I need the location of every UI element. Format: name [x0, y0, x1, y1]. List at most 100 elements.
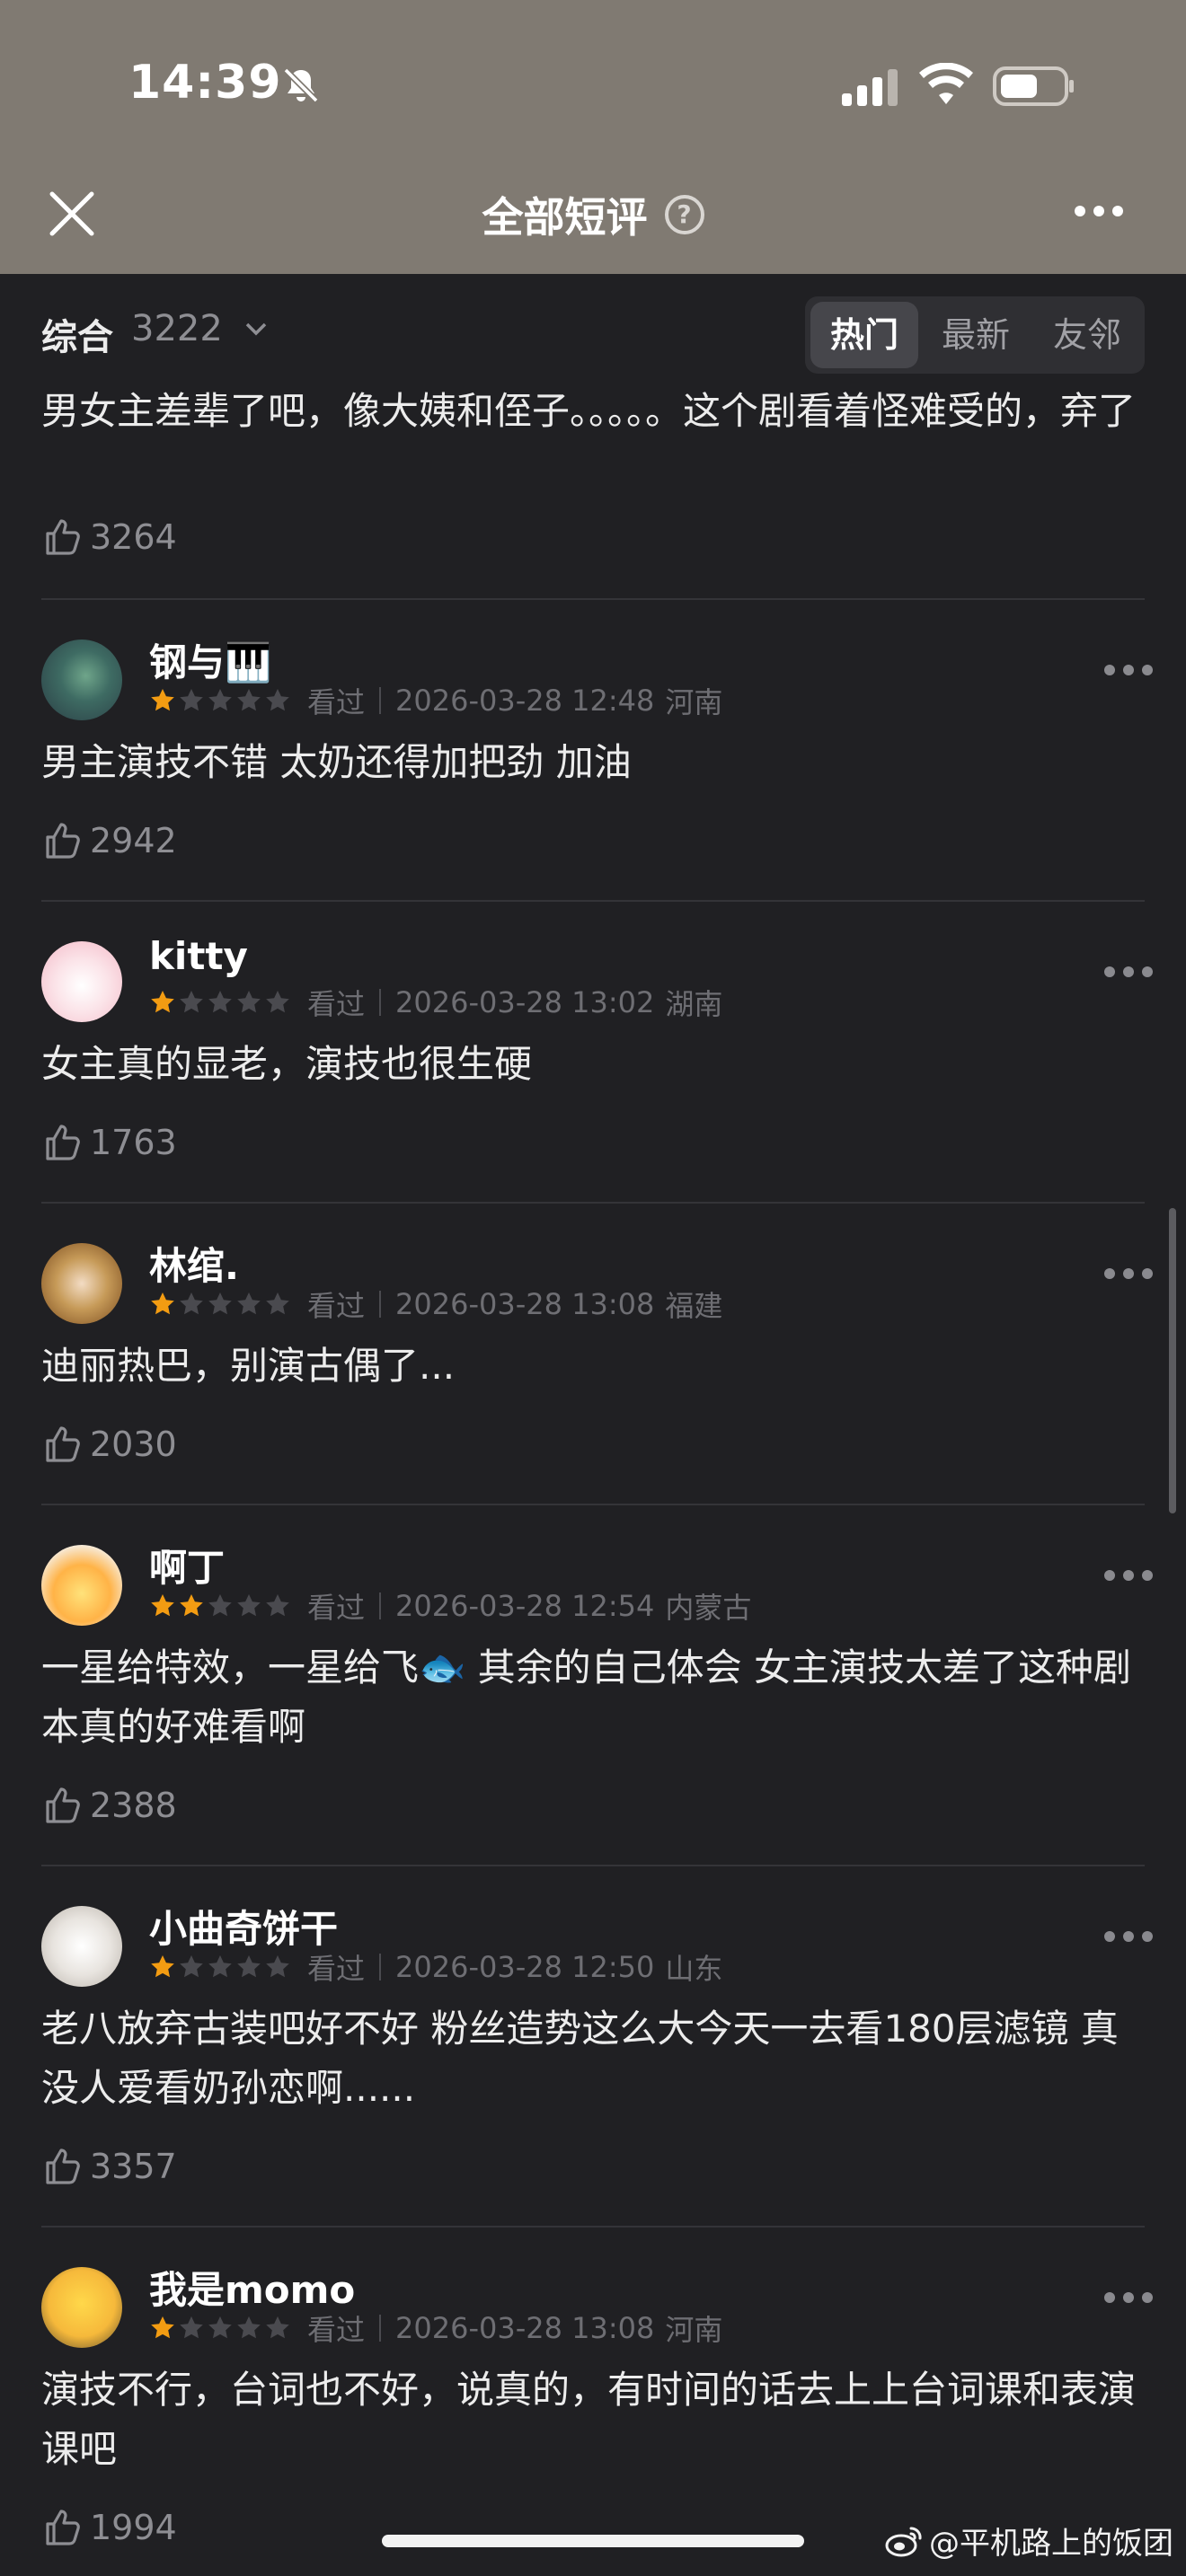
help-icon[interactable]: ? [664, 195, 704, 234]
review-location: 福建 [665, 1289, 723, 1323]
review-location: 河南 [665, 2313, 723, 2347]
user-name[interactable]: 啊丁 [149, 1538, 225, 1592]
review-meta: 看过 2026-03-28 12:48 河南 [149, 683, 722, 719]
review-meta: 看过 2026-03-28 12:54 内蒙古 [149, 1588, 751, 1625]
tab-friends[interactable]: 友邻 [1031, 296, 1143, 374]
like-button[interactable]: 1994 [41, 2502, 177, 2553]
like-count: 1994 [90, 2508, 177, 2547]
watched-label: 看过 [307, 987, 366, 1021]
sort-tabs: 热门 最新 友邻 [805, 296, 1145, 374]
star-rating [149, 2315, 293, 2342]
review-more-button[interactable] [1104, 1931, 1164, 1944]
review-more-button[interactable] [1104, 1570, 1164, 1583]
user-name[interactable]: 钢与🎹 [149, 632, 271, 687]
home-indicator[interactable] [382, 2535, 804, 2547]
avatar[interactable] [41, 941, 122, 1022]
like-count: 2388 [90, 1786, 177, 1825]
star-filled-icon [151, 1292, 174, 1315]
user-name[interactable]: 林绾. [149, 1236, 239, 1291]
review-location: 山东 [665, 1952, 723, 1986]
review-more-button[interactable] [1104, 1268, 1164, 1281]
status-time: 14:39 [128, 56, 282, 110]
watermark: @平机路上的饭团 [884, 2519, 1173, 2563]
watched-label: 看过 [307, 2313, 366, 2347]
avatar[interactable] [41, 1243, 122, 1324]
star-empty-icon [180, 991, 203, 1013]
review-date: 2026-03-28 12:50 [395, 1950, 655, 1984]
star-filled-icon [151, 991, 174, 1013]
divider [41, 2226, 1145, 2228]
avatar[interactable] [41, 640, 122, 720]
user-name[interactable]: 我是momo [149, 2260, 355, 2315]
star-empty-icon [208, 689, 232, 711]
star-empty-icon [180, 2316, 203, 2339]
divider [41, 1202, 1145, 1204]
thumbs-up-icon [46, 1787, 80, 1823]
review-content: 迪丽热巴，别演古偶了... [41, 1344, 456, 1388]
review-date: 2026-03-28 12:54 [395, 1589, 655, 1623]
header: 14:39 全部短评 ? [0, 0, 1186, 274]
tab-hot[interactable]: 热门 [810, 302, 918, 368]
page-title: 全部短评 [482, 193, 648, 242]
star-rating [149, 1592, 293, 1619]
review-more-button[interactable] [1104, 665, 1164, 677]
star-empty-icon [266, 1292, 289, 1315]
avatar[interactable] [41, 2267, 122, 2348]
review-more-button[interactable] [1104, 2292, 1164, 2305]
review-content: 男女主差辈了吧，像大姨和侄子。。。。。这个剧看着怪难受的，弃了 [41, 389, 1137, 433]
like-button[interactable]: 3264 [41, 512, 177, 562]
like-count: 2942 [90, 821, 177, 860]
star-empty-icon [266, 2316, 289, 2339]
user-name[interactable]: 小曲奇饼干 [149, 1899, 338, 1954]
signal-icon [842, 69, 898, 106]
review-meta: 看过 2026-03-28 13:02 湖南 [149, 984, 722, 1021]
chevron-down-icon[interactable] [244, 321, 268, 337]
thumbs-up-icon [46, 1426, 80, 1462]
watched-label: 看过 [307, 1289, 366, 1323]
review-content: 一星给特效，一星给飞🐟 其余的自己体会 女主演技太差了这种剧本真的好难看啊 [41, 1645, 1131, 1749]
star-empty-icon [266, 1955, 289, 1978]
review-meta: 看过 2026-03-28 13:08 河南 [149, 2310, 723, 2347]
like-count: 1763 [90, 1123, 177, 1162]
star-filled-icon [151, 689, 174, 711]
thumbs-up-icon [46, 823, 80, 859]
divider [41, 1504, 1145, 1505]
like-button[interactable]: 3357 [41, 2141, 177, 2192]
review-content: 演技不行，台词也不好，说真的，有时间的话去上上台词课和表演课吧 [41, 2368, 1137, 2471]
avatar[interactable] [41, 1545, 122, 1626]
like-button[interactable]: 2030 [41, 1419, 177, 1469]
scrollbar[interactable] [1169, 1208, 1176, 1513]
review-date: 2026-03-28 13:02 [395, 985, 655, 1019]
review-more-button[interactable] [1104, 966, 1164, 979]
star-empty-icon [180, 689, 203, 711]
divider [41, 598, 1145, 600]
thumbs-up-icon [46, 2510, 80, 2545]
star-rating [149, 687, 293, 714]
watermark-text: @平机路上的饭团 [929, 2526, 1173, 2562]
review-count: 3222 [131, 308, 223, 349]
review-meta: 看过 2026-03-28 12:50 山东 [149, 1949, 723, 1986]
tab-latest[interactable]: 最新 [920, 296, 1031, 374]
review-date: 2026-03-28 13:08 [395, 2311, 655, 2345]
wifi-icon [919, 63, 973, 104]
star-empty-icon [208, 1292, 232, 1315]
star-filled-icon [151, 1594, 174, 1617]
star-empty-icon [208, 991, 232, 1013]
star-rating [149, 1291, 293, 1318]
divider [41, 1865, 1145, 1866]
star-empty-icon [266, 991, 289, 1013]
user-name[interactable]: kitty [149, 934, 248, 978]
review-meta: 看过 2026-03-28 13:08 福建 [149, 1286, 723, 1323]
review-content: 女主真的显老，演技也很生硬 [41, 1042, 533, 1086]
star-empty-icon [208, 1955, 232, 1978]
watched-label: 看过 [307, 1952, 366, 1986]
star-empty-icon [237, 1292, 261, 1315]
avatar[interactable] [41, 1906, 122, 1987]
like-button[interactable]: 2388 [41, 1780, 177, 1831]
like-button[interactable]: 2942 [41, 816, 177, 866]
star-filled-icon [180, 1594, 203, 1617]
like-button[interactable]: 1763 [41, 1117, 177, 1168]
sort-dropdown[interactable]: 综合 [41, 308, 113, 360]
more-options-button[interactable] [1075, 203, 1134, 225]
star-rating [149, 1954, 293, 1981]
